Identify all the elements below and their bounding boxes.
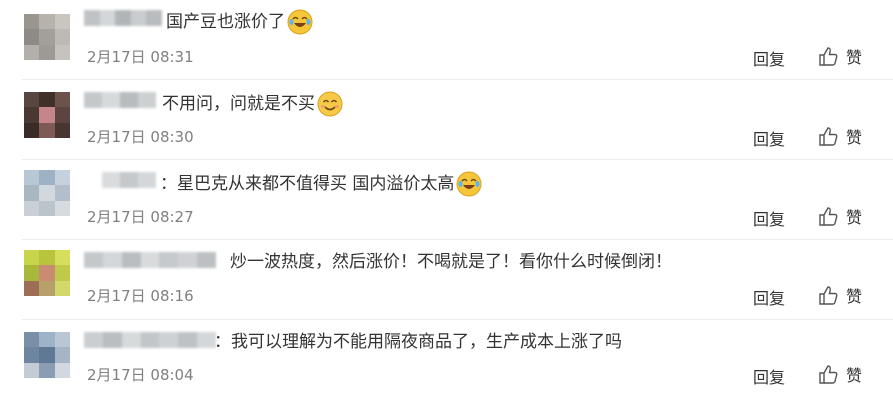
avatar[interactable]: [24, 14, 70, 60]
comment-item: 炒一波热度，然后涨价！不喝就是了！看你什么时候倒闭！ 2月17日 08:16 回…: [0, 240, 893, 320]
thumbs-up-icon: [819, 127, 838, 146]
like-label: 赞: [846, 366, 863, 385]
comment-text-content: 炒一波热度，然后涨价！不喝就是了！看你什么时候倒闭！: [230, 252, 672, 272]
comment-time: 2月17日 08:27: [87, 208, 194, 226]
comment-text: 炒一波热度，然后涨价！不喝就是了！看你什么时候倒闭！: [230, 251, 672, 273]
reply-button[interactable]: 回复: [753, 364, 785, 388]
comment-text-content: ：星巴克从来都不值得买 国内溢价太高: [160, 174, 455, 194]
username[interactable]: [84, 332, 216, 348]
comment-item: ：星巴克从来都不值得买 国内溢价太高 2月17日 08:27 回复 赞: [0, 160, 893, 240]
laughing-crying-emoji-icon: [456, 171, 482, 197]
comment-time: 2月17日 08:30: [87, 128, 194, 146]
reply-button[interactable]: 回复: [753, 285, 785, 309]
comment-time: 2月17日 08:31: [87, 48, 194, 66]
thumbs-up-icon: [819, 207, 838, 226]
comment-text-content: 不用问，问就是不买: [162, 94, 315, 114]
comment-text-content: ：我可以理解为不能用隔夜商品了，生产成本上涨了吗: [214, 332, 622, 352]
username[interactable]: [84, 92, 156, 108]
reply-button[interactable]: 回复: [753, 206, 785, 230]
like-label: 赞: [846, 287, 863, 306]
username[interactable]: [84, 172, 156, 188]
like-button[interactable]: 赞: [818, 362, 862, 386]
comment-text: ：我可以理解为不能用隔夜商品了，生产成本上涨了吗: [214, 331, 622, 353]
like-label: 赞: [846, 208, 863, 227]
comment-text: 国产豆也涨价了: [166, 9, 313, 35]
avatar[interactable]: [24, 92, 70, 138]
avatar[interactable]: [24, 170, 70, 216]
like-button[interactable]: 赞: [818, 283, 862, 307]
like-button[interactable]: 赞: [818, 124, 862, 148]
comment-time: 2月17日 08:16: [87, 287, 194, 305]
thumbs-up-icon: [819, 365, 838, 384]
username[interactable]: [84, 252, 216, 268]
reply-button[interactable]: 回复: [753, 46, 785, 70]
laughing-crying-emoji-icon: [287, 9, 313, 35]
comment-item: 国产豆也涨价了 2月17日 08:31 回复 赞: [0, 0, 893, 80]
avatar[interactable]: [24, 250, 70, 296]
reply-button[interactable]: 回复: [753, 126, 785, 150]
thumbs-up-icon: [819, 47, 838, 66]
comment-time: 2月17日 08:04: [87, 366, 194, 384]
comment-text-content: 国产豆也涨价了: [166, 12, 285, 32]
smiling-emoji-icon: [317, 91, 343, 117]
username[interactable]: [84, 10, 162, 26]
like-button[interactable]: 赞: [818, 44, 862, 68]
comment-item: ：我可以理解为不能用隔夜商品了，生产成本上涨了吗 2月17日 08:04 回复 …: [0, 320, 893, 399]
like-button[interactable]: 赞: [818, 204, 862, 228]
like-label: 赞: [846, 128, 863, 147]
comment-text: 不用问，问就是不买: [162, 91, 343, 117]
comment-item: 不用问，问就是不买 2月17日 08:30 回复 赞: [0, 80, 893, 160]
thumbs-up-icon: [819, 286, 838, 305]
comment-text: ：星巴克从来都不值得买 国内溢价太高: [160, 171, 482, 197]
avatar[interactable]: [24, 332, 70, 378]
like-label: 赞: [846, 48, 863, 67]
